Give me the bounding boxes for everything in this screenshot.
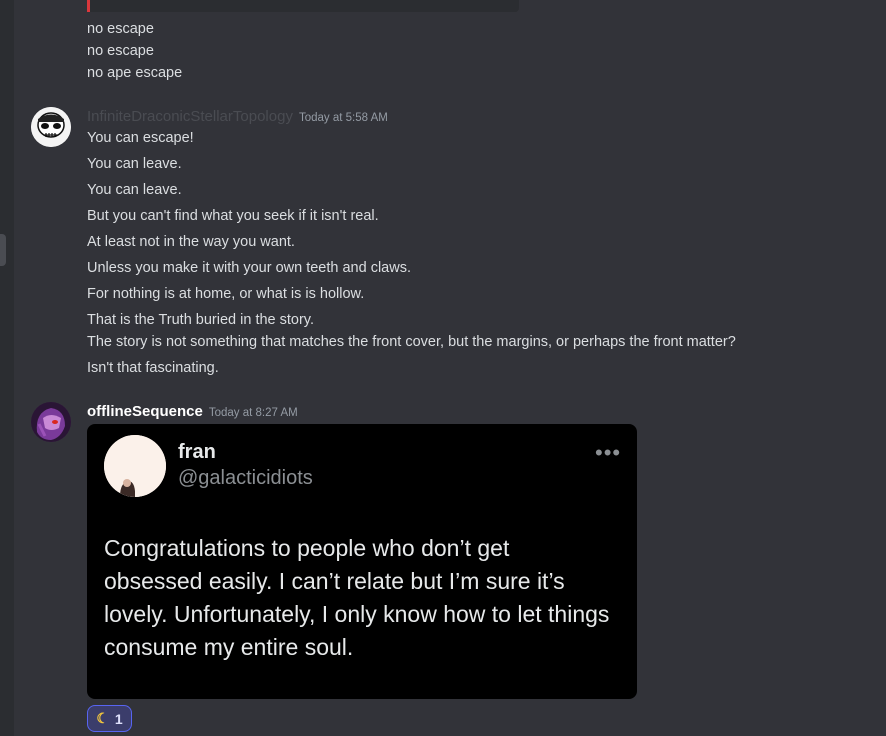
timestamp[interactable]: Today at 8:27 AM [209,407,298,419]
message-line: You can leave. [87,156,182,172]
character-avatar-icon [31,402,71,442]
person-avatar-icon [104,435,166,497]
tweet-author-name[interactable]: fran [178,441,216,464]
message-line: Unless you make it with your own teeth a… [87,260,411,276]
message-line: At least not in the way you want. [87,234,295,250]
scroll-rail [0,0,14,736]
author-name[interactable]: InfiniteDraconicStellarTopology [87,108,293,125]
message-line: The story is not something that matches … [87,334,736,350]
moon-icon: ☾ [96,710,109,726]
reaction-count: 1 [114,710,123,727]
tweet-embed[interactable]: fran @galacticidiots ••• Congratulations… [87,424,637,699]
reaction-button[interactable]: ☾ 1 [87,705,132,732]
more-options-icon[interactable]: ••• [595,442,621,464]
message-line: For nothing is at home, or what is is ho… [87,286,365,302]
message-line: That is the Truth buried in the story. [87,312,315,328]
author-row: InfiniteDraconicStellarTopology Today at … [87,108,388,125]
tweet-avatar[interactable] [104,435,166,497]
rail-handle[interactable] [0,234,6,266]
message-line: no ape escape [87,65,183,81]
avatar[interactable] [31,107,71,147]
message-line: no escape [87,43,154,59]
message-line: no escape [87,21,154,37]
timestamp[interactable]: Today at 5:58 AM [299,112,388,124]
author-name[interactable]: offlineSequence [87,403,203,420]
previous-embed [87,0,519,12]
author-row: offlineSequence Today at 8:27 AM [87,403,298,420]
message-line: Isn't that fascinating. [87,360,219,376]
message-line: You can escape! [87,130,194,146]
tweet-text: Congratulations to people who don’t get … [104,535,610,660]
message-line: But you can't find what you seek if it i… [87,208,379,224]
skull-avatar-icon [31,107,71,147]
avatar[interactable] [31,402,71,442]
tweet-handle[interactable]: @galacticidiots [178,467,313,490]
message-line: You can leave. [87,182,182,198]
